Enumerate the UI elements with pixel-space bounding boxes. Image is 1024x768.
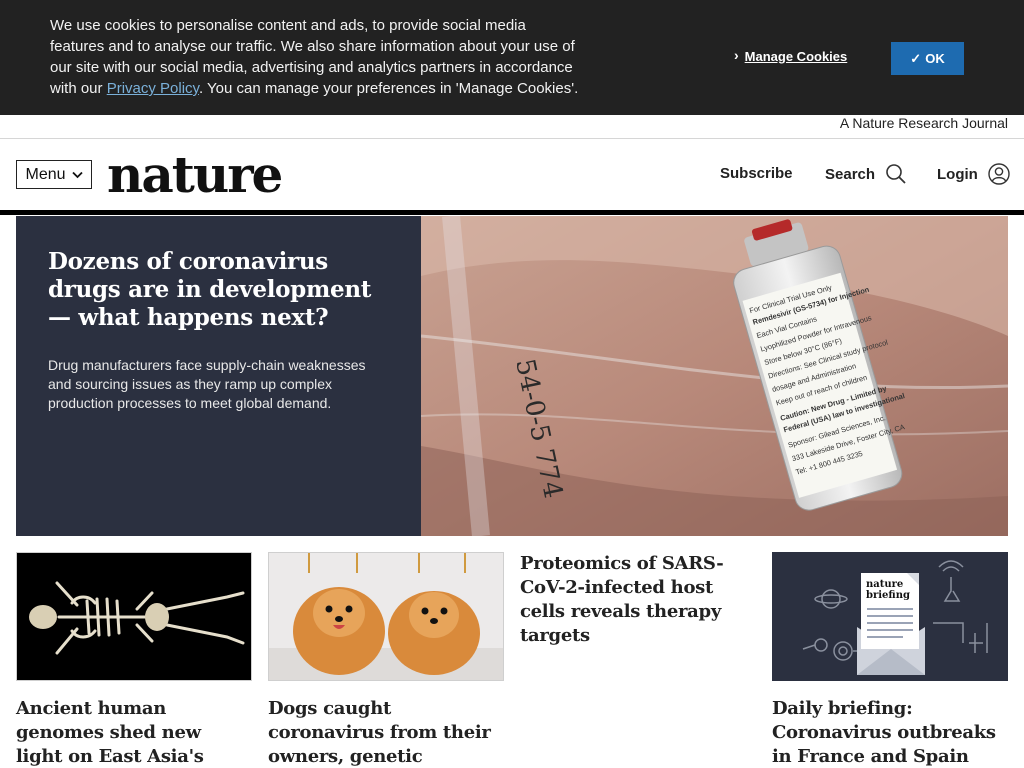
- ok-label: OK: [925, 51, 945, 66]
- card-title[interactable]: Proteomics of SARS-CoV-2-infected host c…: [520, 552, 756, 648]
- menu-button[interactable]: Menu: [16, 160, 92, 189]
- search-label: Search: [825, 165, 876, 183]
- hero-image-vial: For Clinical Trial Use Only Remdesivir (…: [421, 216, 1008, 536]
- chevron-down-icon: [71, 171, 83, 178]
- manage-cookies-label: Manage Cookies: [744, 48, 848, 64]
- skeleton-image: [16, 552, 252, 681]
- nature-logo[interactable]: nature: [107, 145, 283, 204]
- article-card[interactable]: nature briefing Daily briefing: Coronavi…: [772, 552, 1008, 768]
- search-icon: [886, 164, 906, 184]
- site-header: Menu nature Subscribe Search Login: [0, 139, 1024, 211]
- hero-description: Drug manufacturers face supply-chain wea…: [48, 357, 366, 411]
- search-link[interactable]: Search: [825, 163, 907, 185]
- dogs-image: [268, 552, 504, 681]
- article-card[interactable]: Ancient human genomes shed new light on …: [16, 552, 252, 768]
- card-title[interactable]: Ancient human genomes shed new light on …: [16, 697, 252, 768]
- hero-text: Dozens of coronavirus drugs are in devel…: [48, 248, 388, 413]
- briefing-logo-line: nature: [866, 579, 903, 590]
- subscribe-link[interactable]: Subscribe: [720, 165, 793, 182]
- article-card[interactable]: Proteomics of SARS-CoV-2-infected host c…: [520, 552, 756, 648]
- article-card[interactable]: Dogs caught coronavirus from their owner…: [268, 552, 504, 768]
- accept-cookies-button[interactable]: ✓ OK: [891, 42, 964, 75]
- header-divider: [0, 210, 1024, 215]
- journal-strip: A Nature Research Journal: [0, 115, 1024, 139]
- manage-cookies-link[interactable]: › Manage Cookies: [734, 47, 848, 64]
- login-link[interactable]: Login: [937, 163, 1010, 185]
- cookie-message: We use cookies to personalise content an…: [50, 15, 580, 99]
- privacy-policy-link[interactable]: Privacy Policy: [107, 80, 199, 97]
- user-icon: [988, 163, 1010, 185]
- cookie-text-end: . You can manage your preferences in 'Ma…: [198, 80, 579, 97]
- card-title[interactable]: Daily briefing: Coronavirus outbreaks in…: [772, 697, 1008, 768]
- login-label: Login: [937, 165, 978, 183]
- subscribe-label: Subscribe: [720, 165, 793, 182]
- menu-label: Menu: [25, 165, 66, 183]
- briefing-logo-line: briefing: [866, 590, 910, 601]
- hero-title[interactable]: Dozens of coronavirus drugs are in devel…: [48, 248, 388, 332]
- briefing-image: nature briefing: [772, 552, 1008, 681]
- card-title[interactable]: Dogs caught coronavirus from their owner…: [268, 697, 504, 768]
- journal-label: A Nature Research Journal: [839, 115, 1008, 131]
- check-icon: ✓: [910, 50, 922, 66]
- cookie-banner: We use cookies to personalise content an…: [0, 0, 1024, 115]
- hero-article[interactable]: Dozens of coronavirus drugs are in devel…: [16, 216, 1008, 536]
- chevron-right-icon: ›: [734, 47, 739, 63]
